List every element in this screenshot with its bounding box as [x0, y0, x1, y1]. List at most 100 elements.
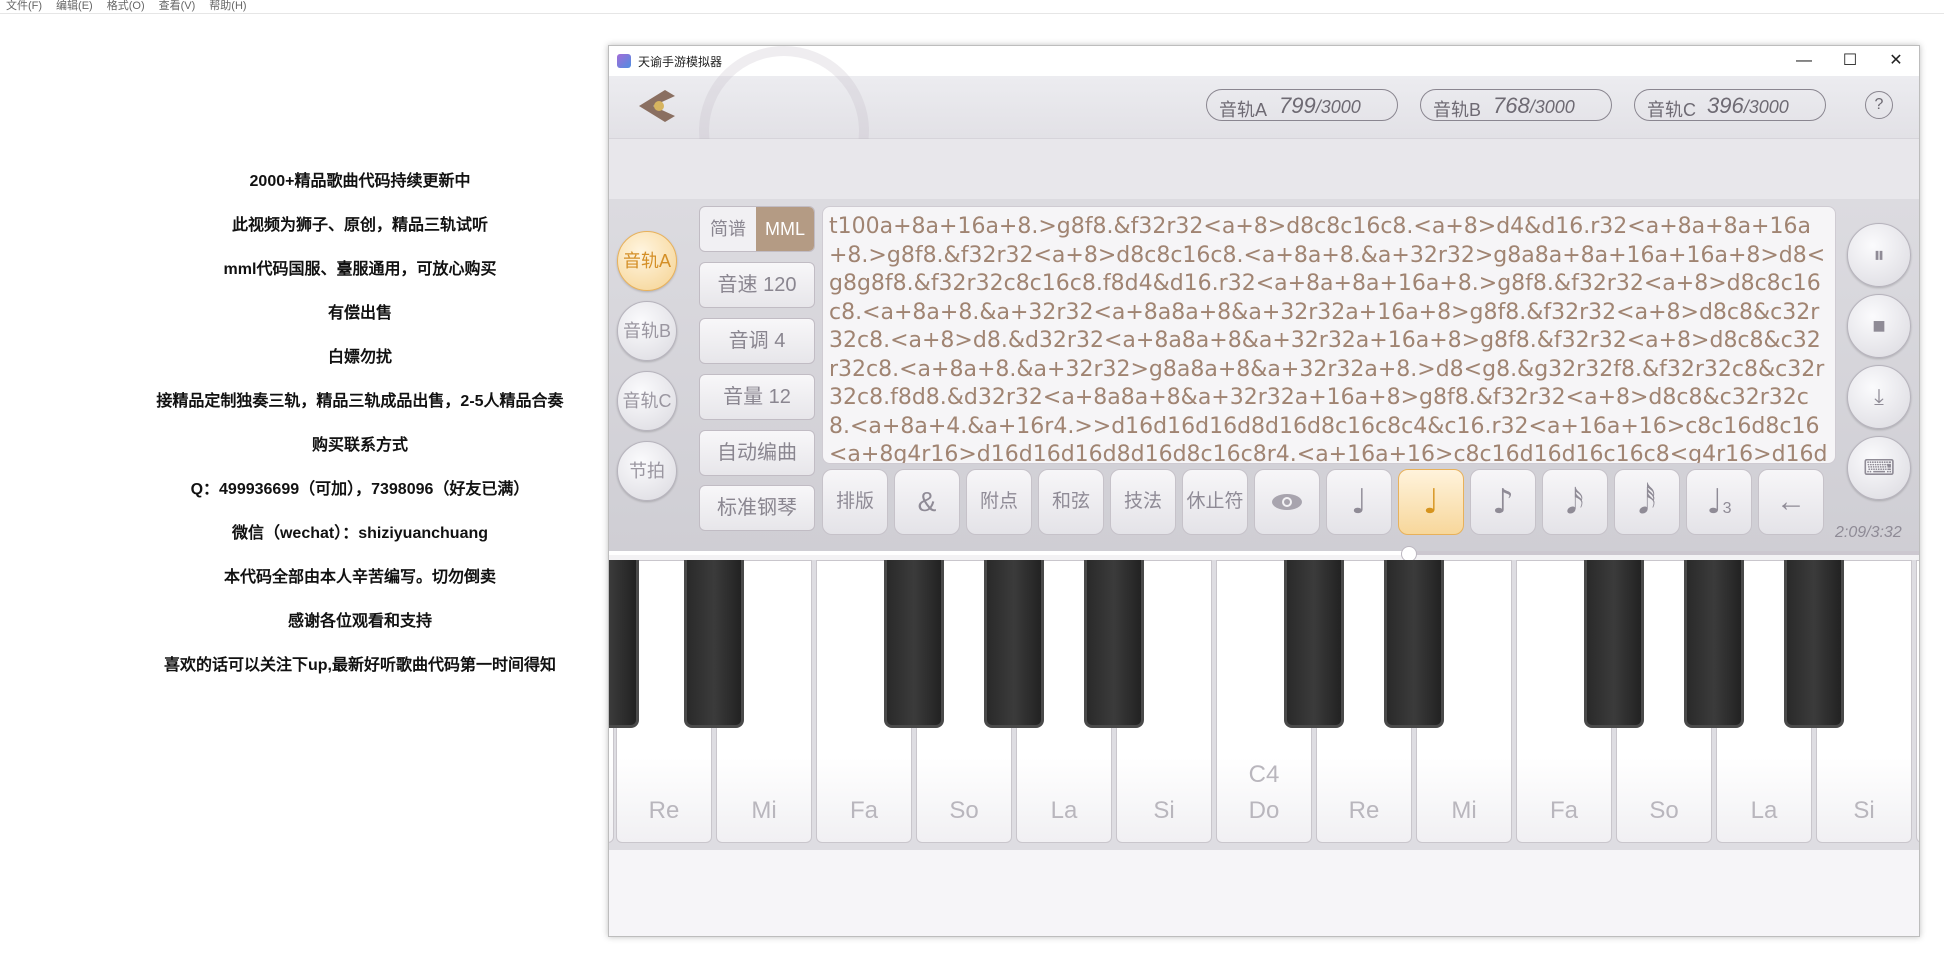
editor-panel: 音轨A 音轨B 音轨C 节拍 简谱 MML 音速 120 音调 4 音量 12 … — [609, 199, 1919, 551]
pause-icon: ⏸ — [1873, 242, 1885, 267]
pause-button[interactable]: ⏸ — [1847, 223, 1911, 287]
note-line: 微信（wechat）：shiziyuanchuang — [231, 525, 489, 542]
key-label: Si — [1853, 797, 1875, 824]
black-key[interactable] — [609, 560, 639, 728]
key-label: Si — [1153, 797, 1175, 824]
stop-button[interactable]: ■ — [1847, 294, 1911, 358]
note-line: 接精品定制独奏三轨，精品三轨成品出售，2-5人精品合奏 — [156, 393, 564, 410]
triplet-number: 3 — [1722, 500, 1732, 517]
black-key[interactable] — [1284, 560, 1344, 728]
menu-view[interactable]: 查看(V) — [159, 1, 196, 12]
note-line: 有偿出售 — [327, 305, 392, 322]
help-button[interactable]: ? — [1865, 91, 1893, 119]
app-header: 音轨A 799/3000 音轨B 768/3000 音轨C 396/3000 ? — [609, 46, 1919, 216]
quarter-note-active-icon: ♩ — [1422, 482, 1440, 522]
note-line: 喜欢的话可以关注下up,最新好听歌曲代码第一时间得知 — [164, 657, 556, 674]
note-line: 购买联系方式 — [311, 437, 408, 454]
black-key[interactable] — [1084, 560, 1144, 728]
mode-mml[interactable]: MML — [756, 207, 814, 251]
track-c-counter: 音轨C 396/3000 — [1634, 89, 1826, 121]
menu-file[interactable]: 文件(F) — [6, 1, 42, 12]
triplet-note-icon: ♩ — [1706, 482, 1723, 522]
black-key[interactable] — [1784, 560, 1844, 728]
quarter-note-button[interactable]: ♩ — [1326, 469, 1392, 535]
notation-mode-toggle[interactable]: 简谱 MML — [699, 206, 815, 252]
bottom-area — [609, 850, 1919, 936]
spacer-band — [609, 139, 1919, 199]
key-label: Re — [1348, 797, 1380, 824]
window-title: 天谕手游模拟器 — [638, 55, 723, 69]
quarter-note-active-button[interactable]: ♩ — [1398, 469, 1464, 535]
dot-button[interactable]: 附点 — [966, 469, 1032, 535]
volume-button[interactable]: 音量 12 — [699, 374, 815, 420]
piano-keyboard-icon: ⌨ — [1863, 455, 1895, 480]
rest-button[interactable]: 休止符 — [1182, 469, 1248, 535]
key-label: Do — [1248, 797, 1280, 824]
track-c-value: 396/3000 — [1707, 93, 1789, 118]
mode-jianpu[interactable]: 简谱 — [700, 207, 756, 251]
note-line: mml代码国服、臺服通用，可放心购买 — [223, 261, 497, 278]
back-logo-icon[interactable] — [635, 88, 679, 124]
black-key[interactable] — [684, 560, 744, 728]
quarter-note-icon: ♩ — [1350, 482, 1368, 522]
menu-help[interactable]: 帮助(H) — [209, 1, 246, 12]
download-icon: ⤓ — [1874, 384, 1884, 409]
track-a-counter: 音轨A 799/3000 — [1206, 89, 1398, 121]
playback-progress[interactable] — [609, 546, 1919, 562]
menu-format[interactable]: 格式(O) — [107, 1, 145, 12]
layout-button[interactable]: 排版 — [822, 469, 888, 535]
track-b-counter: 音轨B 768/3000 — [1420, 89, 1612, 121]
key-label: So — [949, 797, 979, 824]
black-key[interactable] — [1684, 560, 1744, 728]
black-key[interactable] — [884, 560, 944, 728]
track-a-button[interactable]: 音轨A — [617, 231, 677, 291]
note-line: 2000+精品歌曲代码持续更新中 — [249, 173, 471, 190]
beat-button[interactable]: 节拍 — [617, 441, 677, 501]
track-b-value: 768/3000 — [1493, 93, 1575, 118]
key-label: Re — [648, 797, 680, 824]
download-button[interactable]: ⤓ — [1847, 365, 1911, 429]
chord-button[interactable]: 和弦 — [1038, 469, 1104, 535]
tie-button[interactable]: & — [894, 469, 960, 535]
black-key[interactable] — [1584, 560, 1644, 728]
instrument-button[interactable]: 标准钢琴 — [699, 485, 815, 531]
technique-button[interactable]: 技法 — [1110, 469, 1176, 535]
key-label: Mi — [1451, 797, 1477, 824]
note-line: Q：499936699（可加），7398096（好友已满） — [190, 481, 530, 498]
black-key[interactable] — [1384, 560, 1444, 728]
key-label: Fa — [849, 797, 878, 824]
track-b-name: 音轨B — [1433, 100, 1482, 120]
close-button[interactable]: ✕ — [1873, 46, 1919, 76]
track-a-value: 799/3000 — [1279, 93, 1361, 118]
tempo-button[interactable]: 音速 120 — [699, 262, 815, 308]
eye-toggle[interactable] — [1254, 469, 1320, 535]
thirtysecond-note-button[interactable]: 𝅘𝅥𝅰 — [1614, 469, 1680, 535]
black-key[interactable] — [984, 560, 1044, 728]
note-line: 此视频为狮子、原创，精品三轨试听 — [231, 217, 488, 234]
sixteenth-note-button[interactable]: 𝅘𝅥𝅯 — [1542, 469, 1608, 535]
note-line: 白嫖勿扰 — [327, 349, 392, 366]
track-c-button[interactable]: 音轨C — [617, 371, 677, 431]
auto-compose-button[interactable]: 自动编曲 — [699, 430, 815, 476]
playback-time: 2:09/3:32 — [1835, 524, 1902, 541]
menu-edit[interactable]: 编辑(E) — [56, 1, 93, 12]
key-label: La — [1750, 797, 1778, 824]
mml-code-text[interactable]: t100a+8a+16a+8.>g8f8.&f32r32<a+8>d8c8c16… — [829, 213, 1829, 463]
key-label: La — [1050, 797, 1078, 824]
key-button[interactable]: 音调 4 — [699, 318, 815, 364]
track-b-button[interactable]: 音轨B — [617, 301, 677, 361]
minimize-button[interactable]: — — [1781, 46, 1827, 76]
key-label: Fa — [1549, 797, 1578, 824]
note-line: 本代码全部由本人辛苦编写。切勿倒卖 — [223, 569, 496, 586]
menu-bar: 文件(F) 编辑(E) 格式(O) 查看(V) 帮助(H) — [0, 0, 1944, 14]
key-label: Mi — [751, 797, 777, 824]
triplet-button[interactable]: ♩3 — [1686, 469, 1752, 535]
progress-fill — [609, 551, 1409, 555]
mml-code-editor[interactable]: t100a+8a+16a+8.>g8f8.&f32r32<a+8>d8c8c16… — [822, 206, 1836, 464]
eighth-note-button[interactable]: ♪ — [1470, 469, 1536, 535]
keyboard-toggle-button[interactable]: ⌨ — [1847, 436, 1911, 500]
track-a-name: 音轨A — [1219, 100, 1268, 120]
white-key[interactable] — [1916, 560, 1919, 843]
maximize-button[interactable]: ☐ — [1827, 46, 1873, 76]
backspace-button[interactable]: ← — [1758, 469, 1824, 535]
